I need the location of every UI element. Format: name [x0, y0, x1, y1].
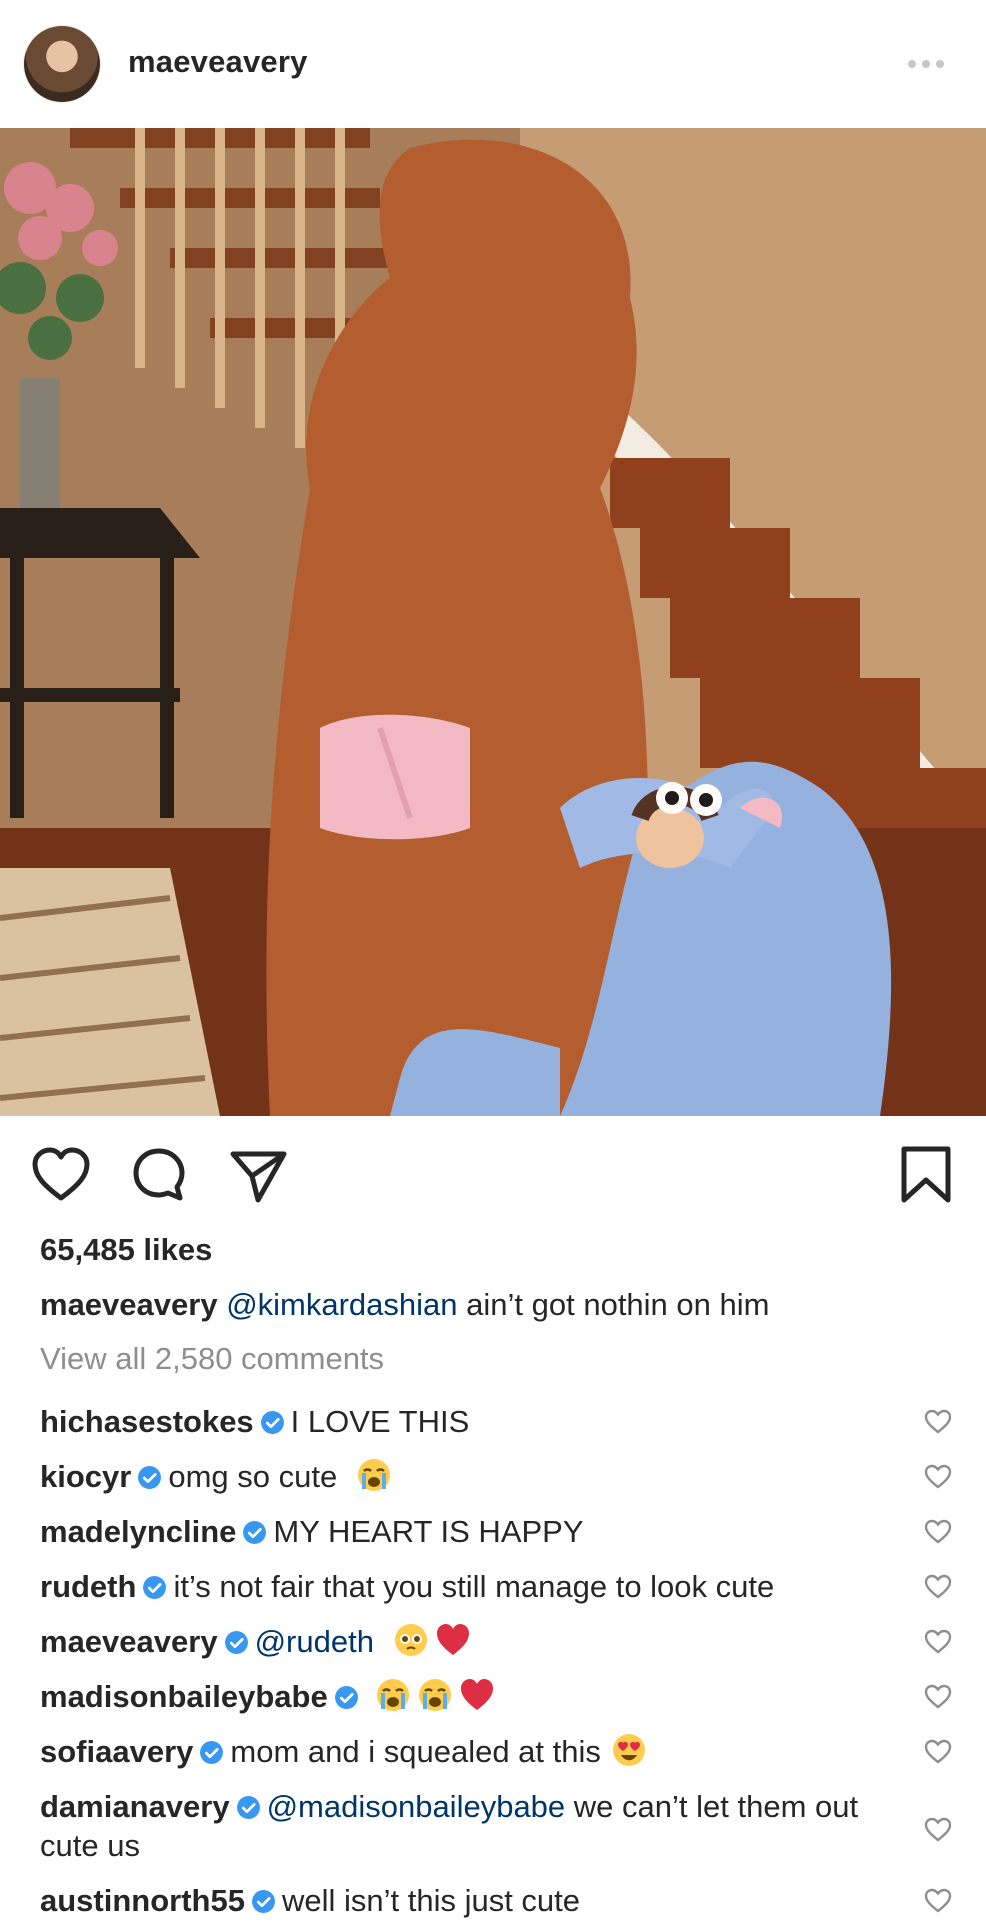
comment-text: I LOVE THIS — [290, 1404, 470, 1439]
verified-badge-icon — [252, 1890, 275, 1913]
comment-like-heart-icon[interactable] — [924, 1519, 952, 1545]
list-item: maeveavery @rudeth — [40, 1614, 952, 1669]
red-heart-icon — [436, 1624, 469, 1655]
loudly-crying-face-icon — [376, 1679, 409, 1711]
comment-bubble-icon[interactable] — [130, 1145, 188, 1203]
save-bookmark-icon[interactable] — [898, 1144, 954, 1206]
verified-badge-icon — [260, 1411, 284, 1434]
comment-mention[interactable]: @rudeth — [255, 1624, 374, 1659]
verified-badge-icon — [334, 1686, 358, 1709]
likes-count[interactable]: 65,485 likes — [40, 1232, 212, 1268]
list-item: rudeth it’s not fair that you still manag… — [40, 1559, 952, 1614]
more-options-icon[interactable] — [900, 50, 952, 78]
list-item: damianavery @madisonbaileybabe we can’t l… — [40, 1779, 952, 1873]
loudly-crying-face-icon — [357, 1459, 390, 1491]
comment-username[interactable]: kiocyr — [40, 1459, 131, 1494]
comment-text: mom and i squealed at this — [230, 1734, 601, 1769]
red-heart-icon — [460, 1679, 493, 1710]
comment-text: omg so cute — [168, 1459, 338, 1494]
comment-text: it’s not fair that you still manage to l… — [173, 1569, 775, 1604]
comment-username[interactable]: madisonbaileybabe — [40, 1679, 328, 1714]
like-heart-icon[interactable] — [32, 1146, 90, 1202]
loudly-crying-face-icon — [418, 1679, 451, 1711]
comment-username[interactable]: hichasestokes — [40, 1404, 254, 1439]
share-send-icon[interactable] — [228, 1146, 290, 1204]
comment-text: well isn’t this just cute — [281, 1883, 581, 1918]
comment-like-heart-icon[interactable] — [924, 1464, 952, 1490]
pleading-face-icon — [394, 1624, 427, 1656]
comment-username[interactable]: austinnorth55 — [40, 1883, 245, 1918]
post-actions — [0, 1116, 986, 1234]
comment-like-heart-icon[interactable] — [924, 1817, 952, 1843]
comment-username[interactable]: madelyncline — [40, 1514, 236, 1549]
list-item: sofiaavery mom and i squealed at this — [40, 1724, 952, 1779]
avatar[interactable] — [24, 26, 100, 102]
comment-like-heart-icon[interactable] — [924, 1574, 952, 1600]
list-item: hichasestokes I LOVE THIS — [40, 1394, 952, 1449]
list-item: madisonbaileybabe — [40, 1669, 952, 1724]
verified-badge-icon — [138, 1466, 162, 1489]
verified-badge-icon — [236, 1796, 260, 1819]
heart-eyes-face-icon — [612, 1734, 645, 1766]
post-header: maeveavery — [0, 0, 986, 128]
verified-badge-icon — [243, 1521, 267, 1544]
post-username[interactable]: maeveavery — [128, 44, 308, 80]
caption-mention[interactable]: @kimkardashian — [226, 1287, 457, 1322]
comment-username[interactable]: maeveavery — [40, 1624, 218, 1659]
comment-like-heart-icon[interactable] — [924, 1888, 952, 1914]
comment-mention[interactable]: @madisonbaileybabe — [267, 1789, 566, 1824]
verified-badge-icon — [200, 1741, 224, 1764]
comment-like-heart-icon[interactable] — [924, 1409, 952, 1435]
post-caption: maeveavery @kimkardashian ain’t got noth… — [40, 1287, 940, 1323]
post-photo[interactable] — [0, 128, 986, 1116]
comment-username[interactable]: rudeth — [40, 1569, 136, 1604]
verified-badge-icon — [143, 1576, 167, 1599]
view-all-comments-link[interactable]: View all 2,580 comments — [40, 1341, 384, 1377]
comment-username[interactable]: sofiaavery — [40, 1734, 193, 1769]
caption-text: ain’t got nothin on him — [457, 1287, 770, 1322]
comment-username[interactable]: damianavery — [40, 1789, 230, 1824]
list-item: madelyncline MY HEART IS HAPPY — [40, 1504, 952, 1559]
comment-like-heart-icon[interactable] — [924, 1629, 952, 1655]
comment-like-heart-icon[interactable] — [924, 1684, 952, 1710]
comments-list: hichasestokes I LOVE THIS kiocyr omg so cu… — [40, 1394, 952, 1928]
comment-like-heart-icon[interactable] — [924, 1739, 952, 1765]
caption-username[interactable]: maeveavery — [40, 1287, 218, 1322]
list-item: kiocyr omg so cute — [40, 1449, 952, 1504]
comment-text: MY HEART IS HAPPY — [273, 1514, 584, 1549]
verified-badge-icon — [224, 1631, 248, 1654]
